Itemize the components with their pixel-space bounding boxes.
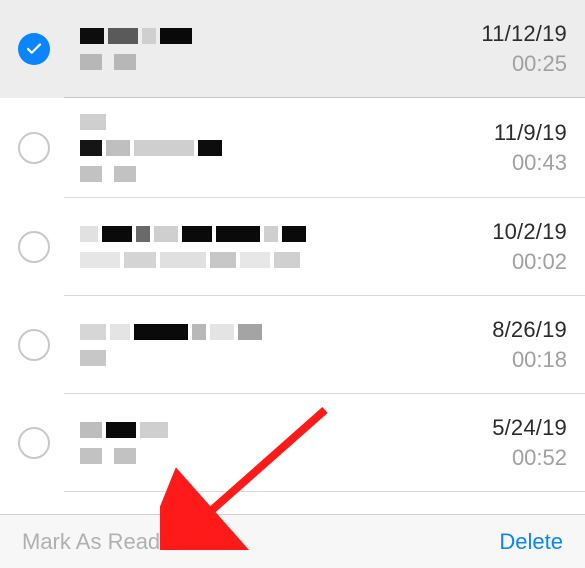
item-date: 5/24/19 <box>427 415 567 441</box>
selection-checkbox[interactable] <box>18 132 50 164</box>
delete-button[interactable]: Delete <box>499 529 563 555</box>
list-item[interactable]: 11/9/19 00:43 <box>0 98 585 198</box>
selection-checkbox-checked[interactable] <box>18 33 50 65</box>
item-duration: 00:52 <box>427 445 567 471</box>
item-duration: 00:43 <box>427 150 567 176</box>
item-content-redacted <box>62 114 427 182</box>
item-date: 11/12/19 <box>427 21 567 47</box>
selection-checkbox[interactable] <box>18 329 50 361</box>
checkmark-icon <box>25 40 43 58</box>
item-content-redacted <box>62 226 427 268</box>
item-duration: 00:18 <box>427 347 567 373</box>
voicemail-list: 11/12/19 00:25 11/9/19 00:43 <box>0 0 585 492</box>
item-meta: 5/24/19 00:52 <box>427 415 567 471</box>
item-meta: 10/2/19 00:02 <box>427 219 567 275</box>
item-date: 8/26/19 <box>427 317 567 343</box>
item-meta: 11/12/19 00:25 <box>427 21 567 77</box>
list-item[interactable]: 5/24/19 00:52 <box>0 394 585 492</box>
item-content-redacted <box>62 324 427 366</box>
item-meta: 8/26/19 00:18 <box>427 317 567 373</box>
item-meta: 11/9/19 00:43 <box>427 120 567 176</box>
selection-checkbox[interactable] <box>18 427 50 459</box>
item-content-redacted <box>62 28 427 70</box>
item-duration: 00:02 <box>427 249 567 275</box>
mark-as-read-button[interactable]: Mark As Read <box>22 529 160 555</box>
item-duration: 00:25 <box>427 51 567 77</box>
item-date: 10/2/19 <box>427 219 567 245</box>
item-content-redacted <box>62 422 427 464</box>
list-item[interactable]: 10/2/19 00:02 <box>0 198 585 296</box>
list-item[interactable]: 8/26/19 00:18 <box>0 296 585 394</box>
bottom-toolbar: Mark As Read Delete <box>0 514 585 568</box>
selection-checkbox[interactable] <box>18 231 50 263</box>
list-item[interactable]: 11/12/19 00:25 <box>0 0 585 98</box>
item-date: 11/9/19 <box>427 120 567 146</box>
